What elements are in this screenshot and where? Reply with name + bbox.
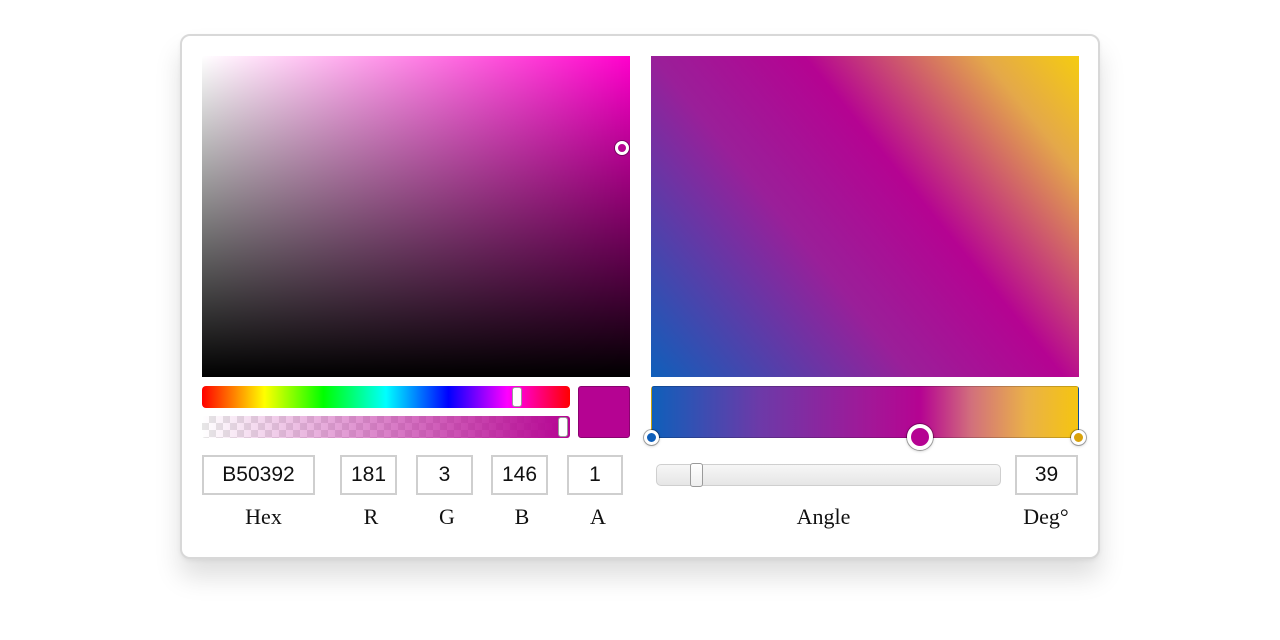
alpha-slider[interactable]	[202, 416, 570, 438]
green-label: G	[439, 504, 455, 529]
red-input[interactable]	[340, 455, 397, 495]
blue-label: B	[514, 504, 530, 529]
gradient-stop-end[interactable]	[1071, 430, 1086, 445]
degree-label: Deg°	[1023, 504, 1069, 529]
angle-slider-thumb[interactable]	[690, 463, 703, 487]
gradient-preview	[651, 56, 1079, 377]
hex-label: Hex	[245, 504, 282, 529]
degree-input[interactable]	[1015, 455, 1078, 495]
hex-input[interactable]	[202, 455, 315, 495]
gradient-stop-start[interactable]	[644, 430, 659, 445]
alpha-slider-handle[interactable]	[558, 417, 568, 437]
hue-slider-handle[interactable]	[512, 387, 522, 407]
alpha-label: A	[590, 504, 606, 529]
gradient-stop-selected[interactable]	[907, 424, 933, 450]
selected-color-swatch	[578, 386, 630, 438]
saturation-value-handle[interactable]	[615, 141, 629, 155]
saturation-value-area[interactable]	[202, 56, 630, 377]
angle-slider[interactable]	[656, 464, 1001, 486]
gradient-stops-bar[interactable]	[651, 386, 1079, 438]
blue-input[interactable]	[491, 455, 548, 495]
red-label: R	[363, 504, 379, 529]
green-input[interactable]	[416, 455, 473, 495]
angle-label: Angle	[796, 504, 851, 529]
alpha-input[interactable]	[567, 455, 623, 495]
